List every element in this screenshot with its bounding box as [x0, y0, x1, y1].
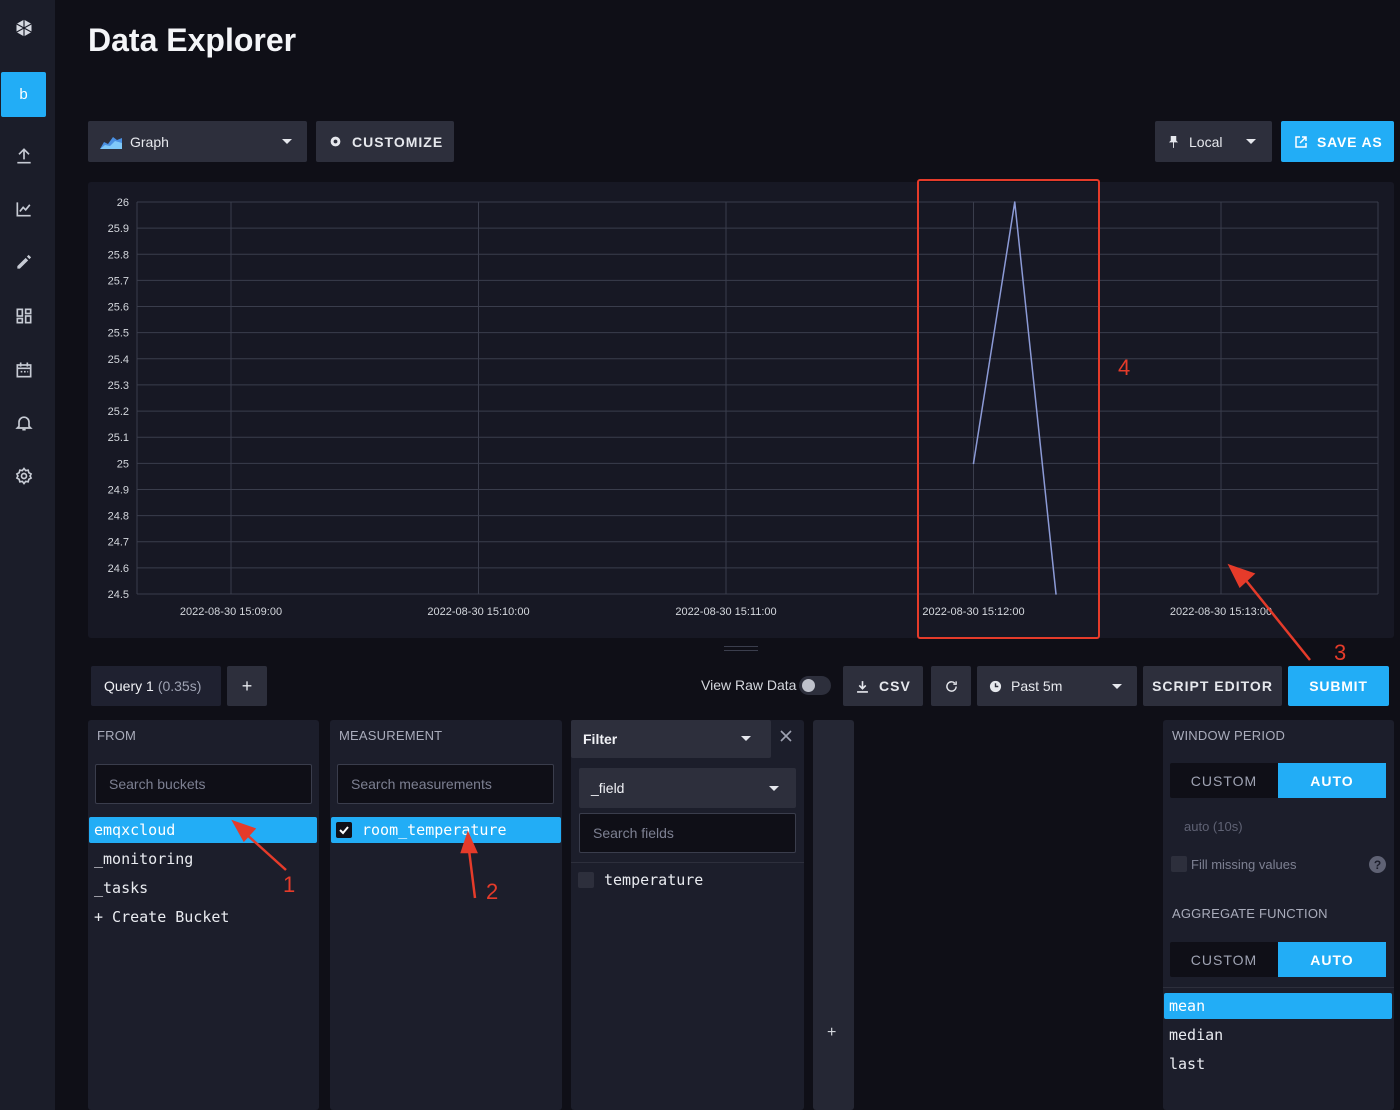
annotation-arrowhead-2 [460, 830, 478, 854]
annotation-number-3: 3 [1334, 640, 1347, 665]
annotation-arrow-2 [467, 849, 477, 899]
annotation-arrow-1 [244, 832, 287, 871]
annotation-number-2: 2 [486, 879, 499, 904]
annotation-arrows [231, 563, 1311, 899]
annotation-arrow-3 [1243, 577, 1311, 661]
annotation-number-1: 1 [283, 872, 296, 897]
